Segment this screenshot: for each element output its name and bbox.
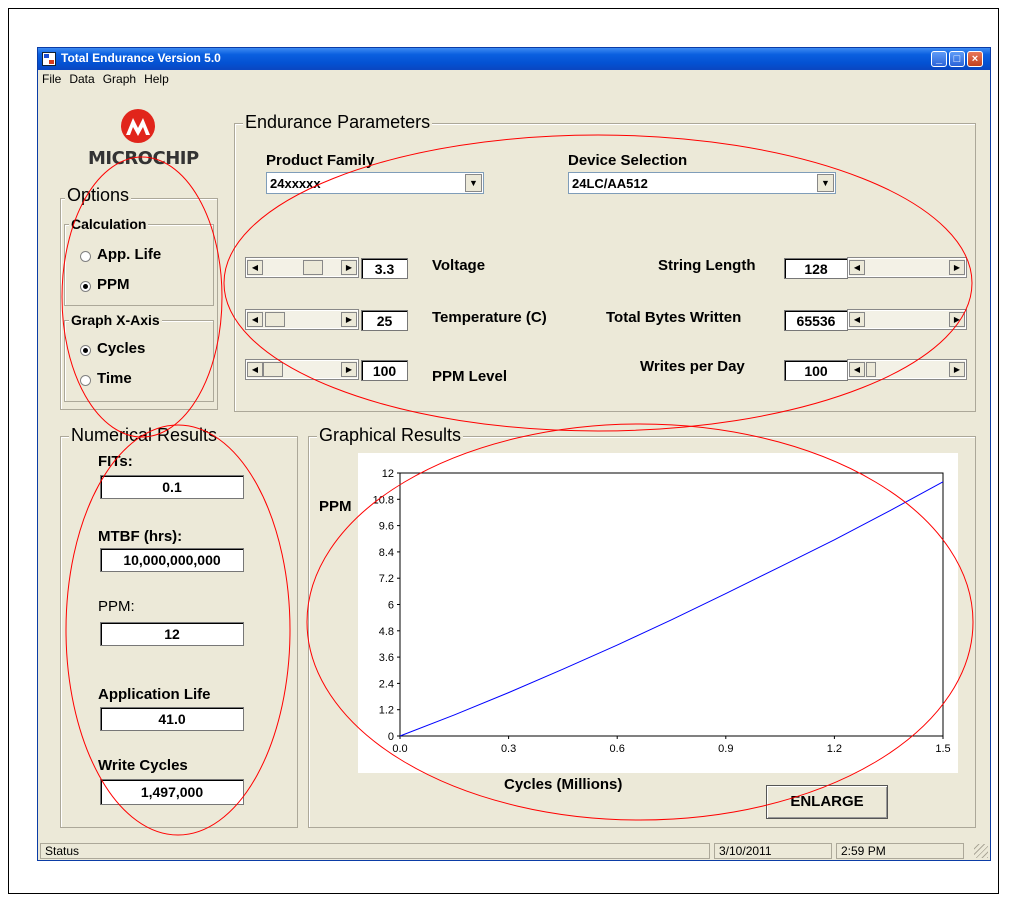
radio-time-label[interactable]: Time bbox=[97, 370, 132, 387]
calculation-title: Calculation bbox=[69, 216, 149, 232]
radio-time[interactable] bbox=[80, 375, 92, 387]
ppm-level-thumb[interactable] bbox=[263, 362, 283, 377]
total-bytes-scrollbar[interactable]: ◀ ▶ bbox=[848, 310, 966, 329]
scroll-right-icon[interactable]: ▶ bbox=[341, 362, 357, 377]
microchip-logo-icon bbox=[121, 109, 155, 143]
fits-label: FITs: bbox=[98, 453, 133, 470]
mtbf-label: MTBF (hrs): bbox=[98, 528, 183, 545]
status-text: Status bbox=[40, 843, 710, 859]
chevron-down-icon[interactable]: ▼ bbox=[465, 174, 482, 192]
scroll-right-icon[interactable]: ▶ bbox=[341, 260, 357, 275]
app-window: Total Endurance Version 5.0 _ □ × File Da… bbox=[38, 48, 990, 860]
scroll-left-icon[interactable]: ◀ bbox=[849, 260, 865, 275]
chevron-down-icon[interactable]: ▼ bbox=[817, 174, 834, 192]
radio-cycles-label[interactable]: Cycles bbox=[97, 340, 145, 357]
temperature-label: Temperature (C) bbox=[432, 309, 547, 326]
voltage-value[interactable]: 3.3 bbox=[361, 258, 408, 279]
minimize-button[interactable]: _ bbox=[931, 51, 947, 67]
fits-value: 0.1 bbox=[100, 475, 244, 499]
scroll-left-icon[interactable]: ◀ bbox=[247, 260, 263, 275]
enlarge-button[interactable]: ENLARGE bbox=[766, 785, 888, 819]
string-length-scrollbar[interactable]: ◀ ▶ bbox=[848, 258, 966, 277]
app-icon bbox=[42, 52, 56, 66]
microchip-logo-text: MICROCHIP bbox=[88, 148, 199, 169]
menu-file[interactable]: File bbox=[38, 70, 65, 86]
graph-x-axis-title: Graph X-Axis bbox=[69, 312, 162, 328]
scroll-left-icon[interactable]: ◀ bbox=[849, 362, 865, 377]
ppm-level-scrollbar[interactable]: ◀ ▶ bbox=[246, 360, 358, 379]
total-bytes-value[interactable]: 65536 bbox=[784, 310, 848, 331]
voltage-label: Voltage bbox=[432, 257, 486, 274]
graph-x-axis-group: Graph X-Axis bbox=[64, 312, 214, 402]
radio-ppm-label[interactable]: PPM bbox=[97, 276, 130, 293]
product-family-label: Product Family bbox=[266, 152, 375, 169]
maximize-button[interactable]: □ bbox=[949, 51, 965, 67]
voltage-scrollbar[interactable]: ◀ ▶ bbox=[246, 258, 358, 277]
numerical-results-title: Numerical Results bbox=[69, 425, 220, 446]
app-life-label: Application Life bbox=[98, 686, 211, 703]
chart-panel bbox=[358, 453, 958, 773]
string-length-label: String Length bbox=[658, 257, 756, 274]
scroll-left-icon[interactable]: ◀ bbox=[849, 312, 865, 327]
radio-cycles[interactable] bbox=[80, 345, 92, 357]
y-axis-label: PPM bbox=[319, 498, 352, 515]
temperature-thumb[interactable] bbox=[265, 312, 285, 327]
radio-app-life-label[interactable]: App. Life bbox=[97, 246, 161, 263]
write-cycles-value: 1,497,000 bbox=[100, 779, 244, 805]
status-time: 2:59 PM bbox=[836, 843, 964, 859]
radio-app-life[interactable] bbox=[80, 251, 92, 263]
scroll-right-icon[interactable]: ▶ bbox=[949, 362, 965, 377]
device-selection-select[interactable]: 24LC/AA512 ▼ bbox=[568, 172, 836, 194]
writes-per-day-label: Writes per Day bbox=[640, 358, 745, 375]
microchip-logo: MICROCHIP bbox=[88, 108, 199, 178]
product-family-value: 24xxxxx bbox=[270, 176, 321, 191]
writes-per-day-scrollbar[interactable]: ◀ ▶ bbox=[848, 360, 966, 379]
status-bar: Status 3/10/2011 2:59 PM bbox=[38, 842, 990, 860]
writes-per-day-thumb[interactable] bbox=[866, 362, 876, 377]
device-selection-value: 24LC/AA512 bbox=[572, 176, 648, 191]
menu-graph[interactable]: Graph bbox=[99, 70, 140, 86]
temperature-value[interactable]: 25 bbox=[361, 310, 408, 331]
app-life-value: 41.0 bbox=[100, 707, 244, 731]
menu-help[interactable]: Help bbox=[140, 70, 173, 86]
close-button[interactable]: × bbox=[967, 51, 983, 67]
scroll-right-icon[interactable]: ▶ bbox=[341, 312, 357, 327]
device-selection-label: Device Selection bbox=[568, 152, 688, 169]
ppm-level-label: PPM Level bbox=[432, 368, 508, 385]
radio-ppm[interactable] bbox=[80, 281, 92, 293]
product-family-select[interactable]: 24xxxxx ▼ bbox=[266, 172, 484, 194]
menu-data[interactable]: Data bbox=[65, 70, 98, 86]
voltage-thumb[interactable] bbox=[303, 260, 323, 275]
writes-per-day-value[interactable]: 100 bbox=[784, 360, 848, 381]
title-bar: Total Endurance Version 5.0 _ □ × bbox=[38, 48, 990, 70]
window-title: Total Endurance Version 5.0 bbox=[61, 51, 221, 65]
scroll-left-icon[interactable]: ◀ bbox=[247, 362, 263, 377]
calculation-group: Calculation bbox=[64, 216, 214, 306]
ppm-result-label: PPM: bbox=[98, 598, 135, 615]
graphical-results-title: Graphical Results bbox=[317, 425, 464, 446]
scroll-left-icon[interactable]: ◀ bbox=[247, 312, 263, 327]
scroll-right-icon[interactable]: ▶ bbox=[949, 260, 965, 275]
menu-bar: File Data Graph Help bbox=[38, 70, 990, 88]
scroll-right-icon[interactable]: ▶ bbox=[949, 312, 965, 327]
status-date: 3/10/2011 bbox=[714, 843, 832, 859]
mtbf-value: 10,000,000,000 bbox=[100, 548, 244, 572]
ppm-result-value: 12 bbox=[100, 622, 244, 646]
ppm-level-value[interactable]: 100 bbox=[361, 360, 408, 381]
options-title: Options bbox=[65, 185, 132, 206]
resize-grip-icon[interactable] bbox=[974, 844, 988, 858]
total-bytes-label: Total Bytes Written bbox=[606, 309, 742, 326]
write-cycles-label: Write Cycles bbox=[98, 757, 188, 774]
endurance-parameters-title: Endurance Parameters bbox=[243, 112, 433, 133]
x-axis-label: Cycles (Millions) bbox=[504, 776, 623, 793]
string-length-value[interactable]: 128 bbox=[784, 258, 848, 279]
temperature-scrollbar[interactable]: ◀ ▶ bbox=[246, 310, 358, 329]
